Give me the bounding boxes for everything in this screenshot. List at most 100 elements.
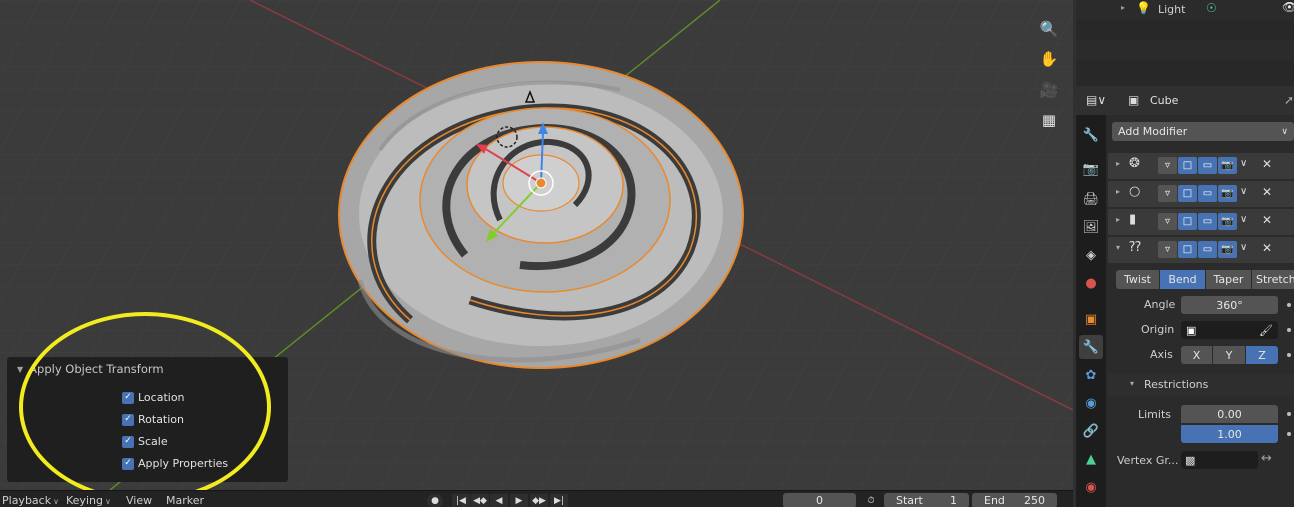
expand-arrow-icon[interactable]: ▸ — [1116, 159, 1120, 168]
output-tab-icon[interactable]: 🖨 — [1079, 187, 1103, 211]
axis-x-button[interactable]: X — [1181, 346, 1212, 364]
limit-low-field[interactable]: 0.00 — [1181, 405, 1278, 423]
viewport-toggle-icon[interactable]: ▭ — [1198, 185, 1217, 202]
object-data-tab-icon[interactable]: ▲ — [1079, 447, 1103, 471]
playback-menu[interactable]: Playback ∨ — [2, 494, 59, 507]
animate-property-icon[interactable] — [1287, 412, 1291, 416]
animate-property-icon[interactable] — [1287, 432, 1291, 436]
chevron-down-icon[interactable]: ∨ — [1240, 242, 1247, 253]
particles-tab-icon[interactable]: ✿ — [1079, 363, 1103, 387]
material-tab-icon[interactable]: ◉ — [1079, 475, 1103, 499]
visibility-eye-icon[interactable]: 👁 — [1282, 0, 1294, 14]
rotation-checkbox[interactable]: ✓ — [122, 413, 134, 426]
constraints-tab-icon[interactable]: 🔗 — [1079, 419, 1103, 443]
close-icon[interactable]: ✕ — [1262, 241, 1272, 255]
viewport-toggle-icon[interactable]: ▭ — [1198, 157, 1217, 174]
animate-property-icon[interactable] — [1287, 303, 1291, 307]
deform-tab-twist[interactable]: Twist — [1116, 270, 1159, 289]
origin-object-field[interactable]: ▣ 🖌 — [1181, 321, 1278, 339]
expand-arrow-icon[interactable]: ▸ — [1116, 215, 1120, 224]
modifier-tab-icon[interactable]: 🔧 — [1079, 335, 1103, 359]
object-tab-icon[interactable]: ▣ — [1079, 307, 1103, 331]
edit-mode-toggle-icon[interactable]: ▿ — [1158, 157, 1177, 174]
collapse-arrow-icon[interactable]: ▾ — [1130, 379, 1134, 388]
render-tab-icon[interactable]: 📷 — [1079, 157, 1103, 181]
world-tab-icon[interactable]: ● — [1079, 271, 1103, 295]
apply-properties-checkbox[interactable]: ✓ — [122, 457, 134, 470]
close-icon[interactable]: ✕ — [1262, 213, 1272, 227]
cage-toggle-icon[interactable]: □ — [1178, 185, 1197, 202]
render-toggle-icon[interactable]: 📷 — [1218, 241, 1237, 258]
expand-arrow-icon[interactable]: ▸ — [1121, 3, 1125, 12]
camera-view-icon[interactable]: 🎥 — [1036, 77, 1062, 103]
deform-tab-stretch[interactable]: Stretch — [1252, 270, 1294, 289]
modifier-row[interactable]: ▸ ○ ▿ □ ▭ 📷 ∨ ✕ — [1108, 181, 1294, 207]
chevron-down-icon[interactable]: ∨ — [1240, 214, 1247, 225]
scale-checkbox[interactable]: ✓ — [122, 435, 134, 448]
render-toggle-icon[interactable]: 📷 — [1218, 157, 1237, 174]
keying-menu[interactable]: Keying ∨ — [66, 494, 111, 507]
cage-toggle-icon[interactable]: □ — [1178, 157, 1197, 174]
modifier-row[interactable]: ▸ ▮ ▿ □ ▭ 📷 ∨ ✕ — [1108, 209, 1294, 235]
angle-field[interactable]: 360° — [1181, 296, 1278, 314]
add-modifier-dropdown[interactable]: Add Modifier ∨ — [1112, 122, 1294, 141]
modifier-row[interactable]: ▸ ❂ ▿ □ ▭ 📷 ∨ ✕ — [1108, 153, 1294, 179]
tool-settings-tab-icon[interactable]: 🔧 — [1079, 123, 1103, 147]
edit-mode-toggle-icon[interactable]: ▿ — [1158, 241, 1177, 258]
location-option[interactable]: ✓ Location — [122, 391, 185, 404]
record-icon[interactable]: ● — [427, 494, 443, 507]
rotation-option[interactable]: ✓ Rotation — [122, 413, 184, 426]
edit-mode-toggle-icon[interactable]: ▿ — [1158, 213, 1177, 230]
play-reverse-icon[interactable]: ◀ — [490, 494, 508, 507]
close-icon[interactable]: ✕ — [1262, 157, 1272, 171]
viewport-toggle-icon[interactable]: ▭ — [1198, 213, 1217, 230]
render-toggle-icon[interactable]: 📷 — [1218, 213, 1237, 230]
editor-type-icon[interactable]: ▤∨ — [1086, 93, 1106, 107]
jump-start-icon[interactable]: |◀ — [452, 494, 470, 507]
eyedropper-icon[interactable]: 🖌 — [1259, 324, 1273, 337]
next-keyframe-icon[interactable]: ◆▶ — [530, 494, 548, 507]
expand-arrow-icon[interactable]: ▸ — [1116, 187, 1120, 196]
play-icon[interactable]: ▶ — [510, 494, 528, 507]
modifier-row-expanded[interactable]: ▾ ⁇ ▿ □ ▭ 📷 ∨ ✕ — [1108, 237, 1294, 263]
3d-viewport[interactable]: 🔍 ✋ 🎥 ▦ ▼ Apply Object Transform ✓ Locat… — [0, 0, 1073, 490]
location-checkbox[interactable]: ✓ — [122, 391, 134, 404]
jump-end-icon[interactable]: ▶| — [550, 494, 568, 507]
deform-tab-bend[interactable]: Bend — [1160, 270, 1205, 289]
hand-pan-icon[interactable]: ✋ — [1036, 46, 1062, 72]
scale-option[interactable]: ✓ Scale — [122, 435, 168, 448]
vertex-group-field[interactable]: ▩ — [1181, 451, 1258, 469]
limit-high-field[interactable]: 1.00 — [1181, 425, 1278, 443]
end-frame-field[interactable]: End 250 — [972, 493, 1057, 507]
pin-icon[interactable]: ➚ — [1284, 93, 1294, 107]
axis-y-button[interactable]: Y — [1213, 346, 1245, 364]
invert-arrows-icon[interactable]: ↔ — [1261, 451, 1272, 466]
render-toggle-icon[interactable]: 📷 — [1218, 185, 1237, 202]
scene-tab-icon[interactable]: ◈ — [1079, 243, 1103, 267]
current-frame-field[interactable]: 0 — [783, 493, 856, 507]
close-icon[interactable]: ✕ — [1262, 185, 1272, 199]
view-menu[interactable]: View — [126, 494, 152, 507]
collapse-triangle-icon[interactable]: ▼ — [17, 365, 23, 374]
chevron-down-icon[interactable]: ∨ — [1240, 158, 1247, 169]
deform-tab-taper[interactable]: Taper — [1206, 270, 1251, 289]
chevron-down-icon[interactable]: ∨ — [1240, 186, 1247, 197]
cage-toggle-icon[interactable]: □ — [1178, 241, 1197, 258]
marker-menu[interactable]: Marker — [166, 494, 204, 507]
panel-header[interactable]: ▼ Apply Object Transform — [17, 362, 164, 376]
collapse-arrow-icon[interactable]: ▾ — [1116, 243, 1120, 252]
start-frame-field[interactable]: Start 1 — [884, 493, 969, 507]
perspective-grid-icon[interactable]: ▦ — [1036, 107, 1062, 133]
animate-property-icon[interactable] — [1287, 353, 1291, 357]
animate-property-icon[interactable] — [1287, 328, 1291, 332]
physics-tab-icon[interactable]: ◉ — [1079, 391, 1103, 415]
edit-mode-toggle-icon[interactable]: ▿ — [1158, 185, 1177, 202]
prev-keyframe-icon[interactable]: ◀◆ — [471, 494, 489, 507]
cage-toggle-icon[interactable]: □ — [1178, 213, 1197, 230]
apply-properties-option[interactable]: ✓ Apply Properties — [122, 457, 228, 470]
zoom-icon[interactable]: 🔍 — [1036, 16, 1062, 42]
stopwatch-icon[interactable]: ⏱ — [862, 494, 880, 507]
viewport-toggle-icon[interactable]: ▭ — [1198, 241, 1217, 258]
outliner-item-label[interactable]: Light — [1158, 3, 1185, 16]
view-layer-tab-icon[interactable]: 🖼 — [1079, 215, 1103, 239]
